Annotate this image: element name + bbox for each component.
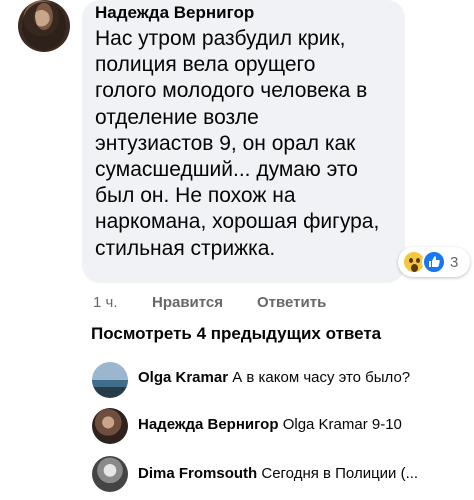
reply-avatar[interactable] bbox=[92, 408, 128, 444]
reply-author[interactable]: Надежда Вернигор bbox=[138, 416, 279, 433]
like-reaction-icon bbox=[422, 250, 446, 274]
reply-author[interactable]: Dima Fromsouth bbox=[138, 465, 257, 482]
like-button[interactable]: Нравится bbox=[152, 294, 223, 311]
reply-author[interactable]: Olga Kramar bbox=[138, 369, 228, 386]
comment-timestamp[interactable]: 1 ч. bbox=[93, 294, 118, 311]
reply-item: Надежда Вернигор Olga Kramar 9-10 bbox=[138, 416, 402, 433]
reply-avatar[interactable] bbox=[92, 456, 128, 492]
reply-item: Olga Kramar А в каком часу это было? bbox=[138, 369, 410, 386]
reply-button[interactable]: Ответить bbox=[257, 294, 326, 311]
comment-text: Нас утром разбудил крик, полиция вела ор… bbox=[95, 27, 380, 260]
comment-author-name[interactable]: Надежда Вернигор bbox=[95, 3, 254, 23]
reply-text: Olga Kramar 9-10 bbox=[282, 416, 402, 433]
reply-text: А в каком часу это было? bbox=[232, 369, 411, 386]
reply-item: Dima Fromsouth Сегодня в Полиции (... bbox=[138, 465, 418, 482]
view-previous-replies-link[interactable]: Посмотреть 4 предыдущих ответа bbox=[91, 324, 381, 344]
reply-text: Сегодня в Полиции (... bbox=[261, 465, 419, 482]
reply-avatar[interactable] bbox=[92, 362, 128, 398]
reaction-count: 3 bbox=[450, 254, 459, 271]
author-avatar[interactable] bbox=[18, 0, 70, 52]
